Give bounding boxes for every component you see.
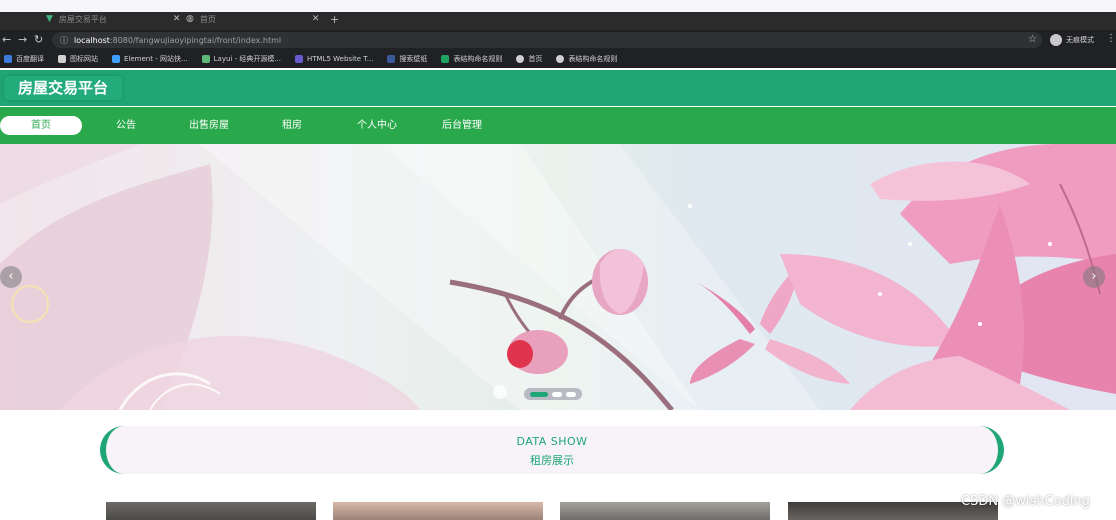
site-header: 房屋交易平台 — [0, 70, 1116, 106]
browser-tab-title: 房屋交易平台 — [58, 14, 107, 24]
bookmark-icon — [387, 55, 396, 63]
rental-card[interactable] — [333, 502, 543, 520]
nav-item-admin[interactable]: 后台管理 — [432, 116, 492, 135]
bookmark-item[interactable]: Layui - 经典开源模... — [201, 54, 281, 64]
new-tab-button[interactable]: + — [330, 12, 339, 26]
globe-icon: ◍ — [186, 14, 194, 24]
main-nav: 首页 公告 出售房屋 租房 个人中心 后台管理 — [0, 107, 1116, 144]
carousel-dot[interactable] — [530, 391, 548, 397]
browser-tab-title: 首页 — [199, 14, 216, 24]
bookmark-icon — [112, 55, 120, 63]
url-text: localhost:8080/fangwujiaoyipingtai/front… — [74, 35, 282, 45]
bookmark-icon — [201, 55, 210, 63]
bookmark-icon — [441, 55, 450, 63]
rental-card-image — [560, 502, 770, 520]
carousel-prev-button[interactable]: ‹ — [0, 266, 22, 288]
browser-tab-site[interactable]: ▼ 房屋交易平台 ✕ — [46, 12, 180, 26]
profile-button[interactable]: 无痕模式 — [1050, 32, 1094, 48]
reload-icon[interactable]: ↻ — [34, 33, 43, 47]
rental-card-image — [106, 502, 316, 520]
url-input[interactable]: ⓘ localhost:8080/fangwujiaoyipingtai/fro… — [52, 32, 1042, 48]
banner-carousel[interactable]: ‹ › — [0, 144, 1116, 410]
info-icon: ⓘ — [60, 35, 68, 45]
carousel-next-button[interactable]: › — [1083, 266, 1105, 288]
bookmark-item[interactable]: 表结构命名规则 — [556, 54, 617, 64]
nav-item-notice[interactable]: 公告 — [100, 116, 152, 135]
nav-item-rent[interactable]: 租房 — [268, 116, 316, 135]
bookmark-item[interactable]: 搜索壁纸 — [387, 54, 427, 64]
carousel-dot[interactable] — [552, 391, 562, 397]
site-title[interactable]: 房屋交易平台 — [4, 76, 123, 100]
vue-icon: ▼ — [46, 14, 53, 24]
nav-item-home[interactable]: 首页 — [0, 116, 82, 135]
close-icon[interactable]: ✕ — [312, 14, 320, 24]
globe-icon — [556, 55, 565, 63]
rental-card[interactable] — [560, 502, 770, 520]
bookmark-item[interactable]: 图标网站 — [58, 54, 98, 64]
nav-item-personal-center[interactable]: 个人中心 — [348, 116, 406, 135]
bookmark-item[interactable]: 表结构命名规则 — [441, 54, 502, 64]
bookmark-item[interactable]: 首页 — [516, 54, 542, 64]
incognito-icon — [1050, 34, 1062, 46]
rental-card[interactable] — [106, 502, 316, 520]
carousel-dot[interactable] — [566, 391, 576, 397]
bookmark-icon — [295, 55, 304, 63]
rental-card-image — [333, 502, 543, 520]
globe-icon — [516, 55, 525, 63]
bookmark-item[interactable]: Element - 网站快... — [112, 54, 188, 64]
data-show-heading: DATA SHOW 租房展示 — [100, 426, 1004, 474]
browser-tab-home[interactable]: ◍ 首页 ✕ — [186, 12, 319, 26]
browser-menu-icon[interactable]: ⋮ — [1106, 33, 1116, 44]
nav-item-sell-house[interactable]: 出售房屋 — [180, 116, 238, 135]
close-icon[interactable]: ✕ — [173, 14, 181, 24]
lily-banner-image — [0, 144, 1116, 410]
bookmark-item[interactable]: HTML5 Website T... — [295, 55, 373, 63]
plus-icon: + — [330, 12, 340, 26]
section-title-en: DATA SHOW — [516, 435, 588, 448]
watermark-text: CSDN @wishCoding — [961, 494, 1090, 509]
back-icon[interactable]: ← — [2, 33, 11, 47]
bookmark-star-icon[interactable]: ☆ — [1028, 34, 1037, 45]
bookmarks-bar: 百度翻译 图标网站 Element - 网站快... Layui - 经典开源模… — [0, 50, 1116, 68]
bookmark-icon — [58, 55, 66, 63]
bookmark-item[interactable]: 百度翻译 — [4, 54, 44, 64]
section-title-zh: 租房展示 — [530, 454, 574, 467]
bookmark-icon — [4, 55, 12, 63]
carousel-indicators — [524, 388, 582, 400]
forward-icon[interactable]: → — [18, 33, 27, 47]
